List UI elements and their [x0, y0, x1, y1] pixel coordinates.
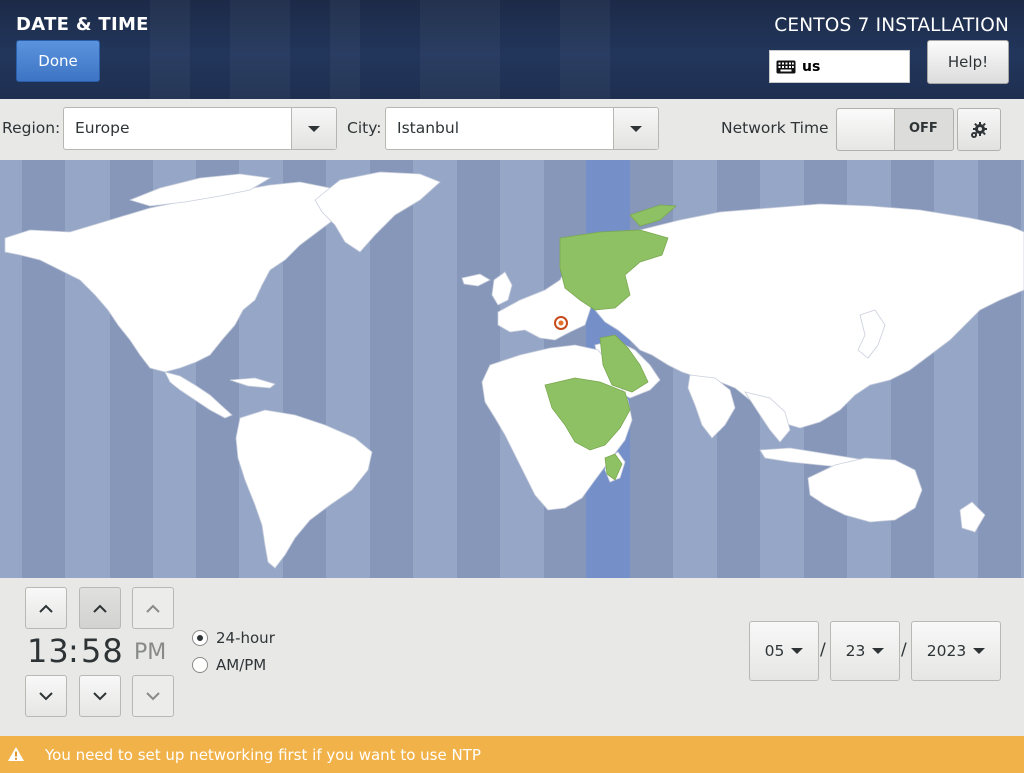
- keyboard-icon: [776, 60, 796, 73]
- header-bar: DATE & TIME Done CENTOS 7 INSTALLATION u…: [0, 0, 1024, 99]
- region-value: Europe: [75, 119, 130, 137]
- region-dropdown-button[interactable]: [291, 108, 336, 149]
- date-separator: /: [820, 640, 826, 660]
- format-ampm-label[interactable]: AM/PM: [216, 656, 266, 674]
- ntp-warning-text: You need to set up networking first if y…: [45, 746, 481, 764]
- done-button[interactable]: Done: [16, 40, 100, 82]
- format-24h-label[interactable]: 24-hour: [216, 629, 275, 647]
- year-dropdown[interactable]: 2023: [911, 621, 1001, 681]
- keyboard-layout-indicator[interactable]: us: [769, 50, 910, 83]
- chevron-down-icon: [146, 691, 160, 700]
- minute-increment-button[interactable]: [79, 587, 121, 629]
- hour-decrement-button[interactable]: [25, 675, 67, 717]
- ampm-value: PM: [134, 640, 167, 665]
- header-decoration: [330, 0, 360, 99]
- time-separator: :: [68, 632, 80, 670]
- month-value: 05: [764, 642, 785, 660]
- screen-title: DATE & TIME: [16, 14, 149, 35]
- month-dropdown[interactable]: 05: [749, 621, 819, 681]
- network-time-label: Network Time: [721, 119, 829, 137]
- region-label: Region:: [2, 119, 61, 137]
- day-dropdown[interactable]: 23: [830, 621, 900, 681]
- format-24h-radio[interactable]: [192, 630, 208, 646]
- format-ampm-radio[interactable]: [192, 657, 208, 673]
- chevron-down-icon: [39, 691, 53, 700]
- ntp-warning-bar: You need to set up networking first if y…: [0, 736, 1024, 773]
- chevron-down-icon: [872, 648, 885, 654]
- chevron-down-icon: [973, 648, 986, 654]
- day-value: 23: [845, 642, 866, 660]
- chevron-down-icon: [308, 125, 320, 132]
- ampm-decrement-button[interactable]: [132, 675, 174, 717]
- product-title: CENTOS 7 INSTALLATION: [774, 15, 1009, 36]
- header-decoration: [420, 0, 500, 99]
- ampm-increment-button[interactable]: [132, 587, 174, 629]
- chevron-down-icon: [791, 648, 804, 654]
- header-decoration: [150, 0, 190, 99]
- city-label: City:: [347, 119, 382, 137]
- hour-value: 13: [27, 632, 70, 670]
- city-combobox[interactable]: Istanbul: [385, 107, 659, 150]
- hour-increment-button[interactable]: [25, 587, 67, 629]
- help-button[interactable]: Help!: [927, 40, 1009, 84]
- ntp-config-button[interactable]: [957, 108, 1001, 151]
- minute-decrement-button[interactable]: [79, 675, 121, 717]
- chevron-down-icon: [93, 691, 107, 700]
- minute-value: 58: [81, 632, 124, 670]
- chevron-up-icon: [146, 604, 160, 613]
- gear-icon: [971, 121, 987, 138]
- region-combobox[interactable]: Europe: [63, 107, 337, 150]
- city-dropdown-button[interactable]: [613, 108, 658, 149]
- year-value: 2023: [926, 642, 967, 660]
- city-value: Istanbul: [397, 119, 460, 137]
- header-decoration: [230, 0, 290, 99]
- timezone-map[interactable]: [0, 160, 1024, 578]
- chevron-down-icon: [630, 125, 642, 132]
- date-separator: /: [901, 640, 907, 660]
- network-time-switch[interactable]: OFF: [836, 108, 954, 151]
- chevron-up-icon: [93, 604, 107, 613]
- switch-knob[interactable]: [837, 109, 895, 150]
- warning-icon: [8, 747, 24, 761]
- header-decoration: [560, 0, 610, 99]
- chevron-up-icon: [39, 604, 53, 613]
- keyboard-layout-label: us: [802, 58, 821, 75]
- world-map[interactable]: [0, 160, 1024, 578]
- network-time-state: OFF: [909, 121, 938, 136]
- continents: [4, 171, 1024, 569]
- city-marker-pin[interactable]: [554, 316, 568, 330]
